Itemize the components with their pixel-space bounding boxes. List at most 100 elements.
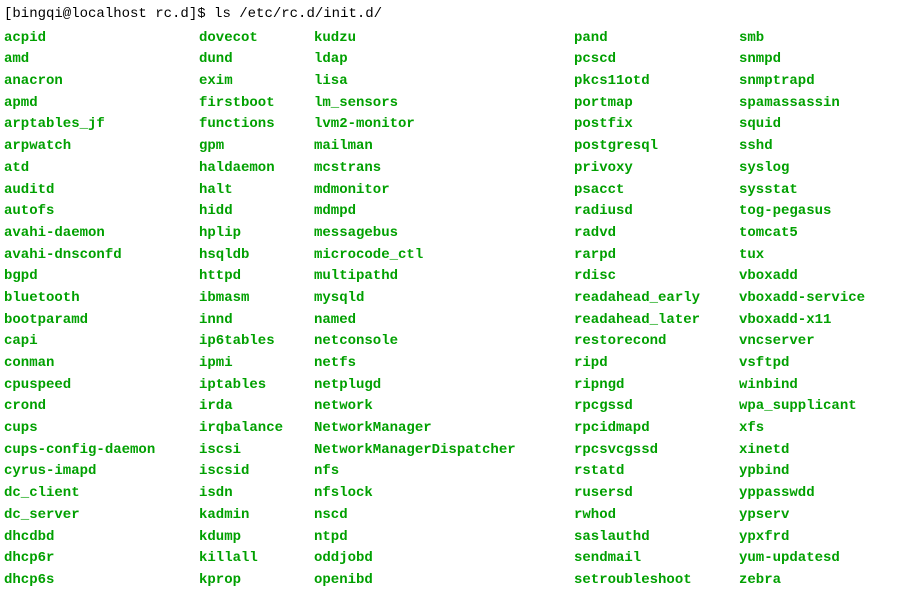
file-entry: pcscd [574, 49, 723, 71]
file-entry: anacron [4, 71, 183, 93]
file-entry: smb [739, 28, 865, 50]
file-entry: mdmonitor [314, 180, 558, 202]
file-entry: hplip [199, 223, 298, 245]
file-entry: NetworkManagerDispatcher [314, 440, 558, 462]
file-entry: hsqldb [199, 245, 298, 267]
file-entry: kprop [199, 570, 298, 592]
file-entry: readahead_later [574, 310, 723, 332]
file-entry: readahead_early [574, 288, 723, 310]
file-entry: yum-updatesd [739, 548, 865, 570]
file-entry: kadmin [199, 505, 298, 527]
file-entry: vboxadd-service [739, 288, 865, 310]
file-entry: tux [739, 245, 865, 267]
file-entry: ipmi [199, 353, 298, 375]
file-entry: pand [574, 28, 723, 50]
file-entry: dc_client [4, 483, 183, 505]
file-entry: irda [199, 396, 298, 418]
ls-column-5: smbsnmpdsnmptrapdspamassassinsquidsshdsy… [739, 28, 881, 592]
file-entry: mysqld [314, 288, 558, 310]
file-entry: radiusd [574, 201, 723, 223]
file-entry: exim [199, 71, 298, 93]
file-entry: rusersd [574, 483, 723, 505]
file-entry: rpcidmapd [574, 418, 723, 440]
file-entry: bgpd [4, 266, 183, 288]
prompt-line: [bingqi@localhost rc.d]$ ls /etc/rc.d/in… [4, 4, 910, 26]
file-entry: snmpd [739, 49, 865, 71]
file-entry: radvd [574, 223, 723, 245]
file-entry: vboxadd-x11 [739, 310, 865, 332]
file-entry: dhcdbd [4, 527, 183, 549]
file-entry: bluetooth [4, 288, 183, 310]
file-entry: cups-config-daemon [4, 440, 183, 462]
file-entry: squid [739, 114, 865, 136]
ls-column-1: acpidamdanacronapmdarptables_jfarpwatcha… [4, 28, 199, 592]
file-entry: capi [4, 331, 183, 353]
file-entry: zebra [739, 570, 865, 592]
file-entry: privoxy [574, 158, 723, 180]
file-entry: kdump [199, 527, 298, 549]
file-entry: vboxadd [739, 266, 865, 288]
file-entry: rwhod [574, 505, 723, 527]
file-entry: rarpd [574, 245, 723, 267]
file-entry: atd [4, 158, 183, 180]
file-entry: halt [199, 180, 298, 202]
file-entry: multipathd [314, 266, 558, 288]
file-entry: kudzu [314, 28, 558, 50]
file-entry: cups [4, 418, 183, 440]
file-entry: vncserver [739, 331, 865, 353]
file-entry: vsftpd [739, 353, 865, 375]
file-entry: lvm2-monitor [314, 114, 558, 136]
file-entry: dhcp6r [4, 548, 183, 570]
file-entry: ldap [314, 49, 558, 71]
file-entry: gpm [199, 136, 298, 158]
ls-column-3: kudzuldaplisalm_sensorslvm2-monitormailm… [314, 28, 574, 592]
file-entry: cpuspeed [4, 375, 183, 397]
file-entry: psacct [574, 180, 723, 202]
shell-prompt: [bingqi@localhost rc.d]$ [4, 6, 214, 22]
file-entry: ripd [574, 353, 723, 375]
file-entry: oddjobd [314, 548, 558, 570]
file-entry: netconsole [314, 331, 558, 353]
file-entry: ypxfrd [739, 527, 865, 549]
file-entry: spamassassin [739, 93, 865, 115]
file-entry: hidd [199, 201, 298, 223]
file-entry: mcstrans [314, 158, 558, 180]
file-entry: rstatd [574, 461, 723, 483]
file-entry: autofs [4, 201, 183, 223]
file-entry: wpa_supplicant [739, 396, 865, 418]
file-entry: nfs [314, 461, 558, 483]
file-entry: microcode_ctl [314, 245, 558, 267]
file-entry: avahi-dnsconfd [4, 245, 183, 267]
file-entry: yppasswdd [739, 483, 865, 505]
file-entry: ntpd [314, 527, 558, 549]
file-entry: dund [199, 49, 298, 71]
file-entry: postgresql [574, 136, 723, 158]
file-entry: innd [199, 310, 298, 332]
file-entry: crond [4, 396, 183, 418]
file-entry: mdmpd [314, 201, 558, 223]
file-entry: nfslock [314, 483, 558, 505]
file-entry: netplugd [314, 375, 558, 397]
command-text: ls /etc/rc.d/init.d/ [214, 6, 382, 22]
file-entry: setroubleshoot [574, 570, 723, 592]
file-entry: portmap [574, 93, 723, 115]
file-entry: dhcp6s [4, 570, 183, 592]
file-entry: postfix [574, 114, 723, 136]
file-entry: conman [4, 353, 183, 375]
ls-column-2: dovecotdundeximfirstbootfunctionsgpmhald… [199, 28, 314, 592]
file-entry: xfs [739, 418, 865, 440]
ls-column-4: pandpcscdpkcs11otdportmappostfixpostgres… [574, 28, 739, 592]
file-entry: auditd [4, 180, 183, 202]
file-entry: iscsi [199, 440, 298, 462]
file-entry: network [314, 396, 558, 418]
file-entry: irqbalance [199, 418, 298, 440]
file-entry: ibmasm [199, 288, 298, 310]
file-entry: acpid [4, 28, 183, 50]
file-entry: ip6tables [199, 331, 298, 353]
file-entry: restorecond [574, 331, 723, 353]
file-entry: winbind [739, 375, 865, 397]
file-entry: dc_server [4, 505, 183, 527]
file-entry: apmd [4, 93, 183, 115]
file-entry: ypbind [739, 461, 865, 483]
file-entry: functions [199, 114, 298, 136]
